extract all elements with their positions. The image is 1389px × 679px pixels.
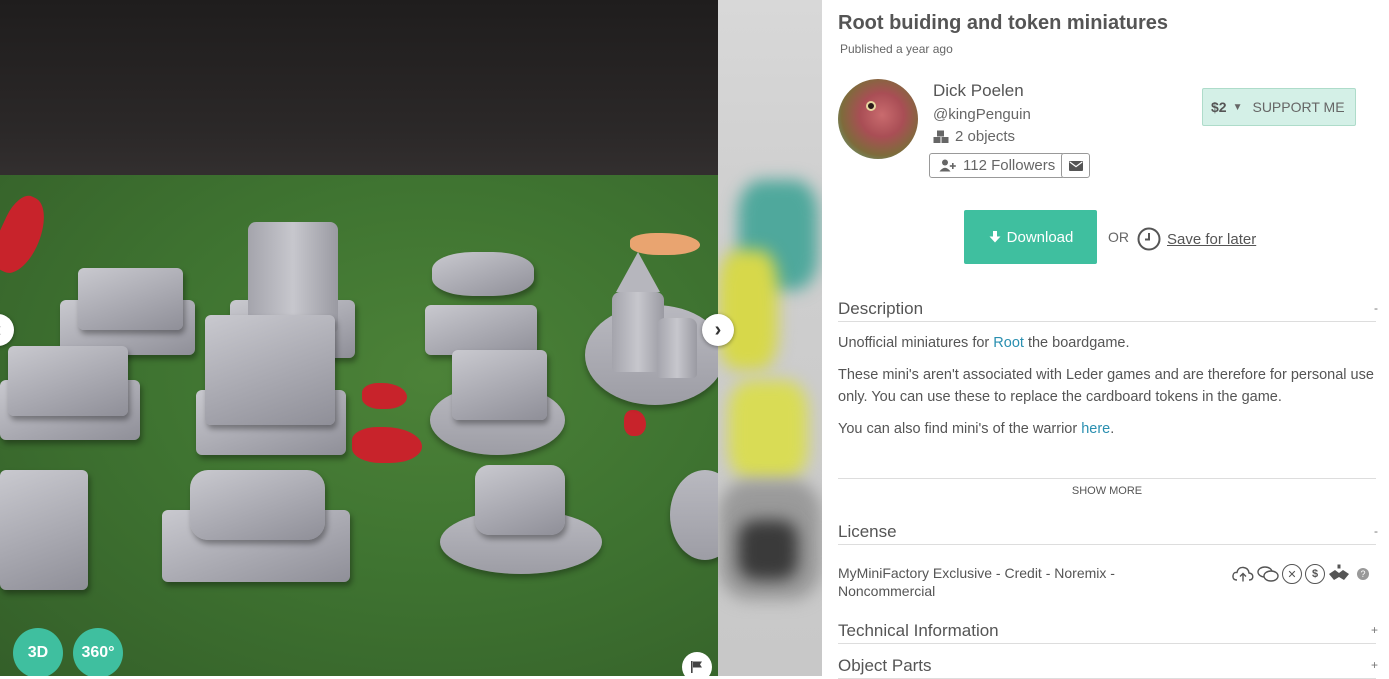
description-text: Unofficial miniatures for (838, 335, 994, 351)
save-for-later-link[interactable]: Save for later (1137, 227, 1256, 251)
technical-information-title: Technical Information (838, 621, 999, 640)
miniature-fort (8, 346, 128, 416)
description-paragraph: These mini's aren't associated with Lede… (838, 367, 1374, 405)
miniature-ruin (190, 470, 325, 540)
author-objects[interactable]: 2 objects (933, 128, 1015, 145)
miniature-fort (205, 315, 335, 425)
photo-background (0, 0, 718, 185)
view-360-button[interactable]: 360° (73, 628, 123, 676)
miniature-building (78, 268, 183, 330)
next-image-button[interactable]: › (702, 314, 734, 346)
support-me-button[interactable]: $2 ▼ SUPPORT ME (1202, 88, 1356, 126)
description-title: Description (838, 299, 924, 318)
speech-bubbles-icon (1257, 566, 1279, 582)
no-remix-icon: ✕ (1282, 564, 1302, 584)
object-parts-title: Object Parts (838, 656, 932, 675)
download-button[interactable]: Download (964, 210, 1097, 264)
followers-count: 112 Followers (963, 157, 1056, 174)
upload-cloud-icon (1232, 566, 1254, 582)
view-360-label: 360° (81, 644, 115, 661)
miniature-workshop (452, 350, 547, 420)
license-title: License (838, 522, 897, 541)
description-paragraph: You can also find mini's of the warrior … (838, 418, 1378, 440)
author-avatar[interactable] (838, 79, 918, 159)
user-plus-icon (939, 159, 956, 172)
miniature-roof (616, 252, 660, 292)
or-separator: OR (1108, 229, 1129, 245)
objects-count: 2 objects (955, 128, 1016, 145)
description-header[interactable]: Description - (838, 299, 1378, 322)
support-label: SUPPORT ME (1252, 99, 1345, 115)
expand-toggle[interactable]: + (1371, 658, 1378, 672)
handshake-icon (1329, 564, 1349, 580)
description-text: the boardgame. (1023, 335, 1130, 351)
chevron-left-icon: ‹ (0, 319, 1, 342)
author-handle[interactable]: @kingPenguin (933, 106, 1031, 123)
show-more-button[interactable]: SHOW MORE (838, 478, 1376, 497)
license-header[interactable]: License - (838, 522, 1378, 545)
board-marking (362, 383, 407, 409)
board-marking (624, 410, 646, 436)
board-marking (352, 427, 422, 463)
author-name[interactable]: Dick Poelen (933, 81, 1024, 101)
preview-shape (738, 520, 798, 580)
miniature-tree (432, 252, 534, 296)
collapse-toggle[interactable]: - (1374, 524, 1378, 538)
miniature-base (425, 305, 537, 355)
download-label: Download (1006, 228, 1074, 246)
expand-toggle[interactable]: + (1371, 623, 1378, 637)
license-help-icon[interactable]: ? (1357, 568, 1369, 580)
show-more-label: SHOW MORE (1071, 485, 1143, 497)
view-3d-label: 3D (27, 644, 49, 661)
miniature-building (0, 470, 88, 590)
caret-down-icon: ▼ (1232, 101, 1243, 113)
message-button[interactable] (1061, 153, 1090, 178)
preview-shape (728, 380, 808, 480)
flag-icon (691, 661, 702, 673)
image-gallery[interactable]: ‹ 3D 360° (0, 0, 718, 676)
root-link[interactable]: Root (993, 335, 1024, 351)
object-details-panel: Root buiding and token miniatures Publis… (822, 0, 1389, 679)
technical-information-header[interactable]: Technical Information + (838, 621, 1378, 644)
description-text: . (1110, 421, 1115, 437)
miniature-logs (475, 465, 565, 535)
collapse-toggle[interactable]: - (1374, 301, 1378, 315)
envelope-icon (1068, 160, 1083, 171)
cubes-icon (933, 130, 949, 143)
warrior-link[interactable]: here (1081, 421, 1110, 437)
next-image-preview (718, 0, 822, 676)
support-price: $2 (1211, 99, 1227, 115)
miniature-tower (657, 318, 697, 378)
description-paragraph: Unofficial miniatures for Root the board… (838, 332, 1378, 354)
license-name: MyMiniFactory Exclusive - Credit - Norem… (838, 565, 1115, 599)
preview-shape (718, 250, 778, 370)
published-date: Published a year ago (840, 42, 953, 56)
license-icons: ✕ $ ? (1232, 564, 1369, 584)
follow-button[interactable]: 112 Followers (929, 153, 1066, 178)
view-3d-button[interactable]: 3D (13, 628, 63, 676)
report-button[interactable] (682, 652, 712, 676)
save-for-later-label: Save for later (1167, 230, 1257, 248)
description-text: You can also find mini's of the warrior (838, 421, 1082, 437)
object-title: Root buiding and token miniatures (838, 12, 1168, 34)
download-arrow-icon (989, 231, 1001, 243)
non-commercial-icon: $ (1305, 564, 1325, 584)
avatar-eye (866, 101, 876, 111)
board-marking (0, 190, 56, 280)
clock-icon (1137, 227, 1161, 251)
chevron-right-icon: › (714, 318, 722, 341)
